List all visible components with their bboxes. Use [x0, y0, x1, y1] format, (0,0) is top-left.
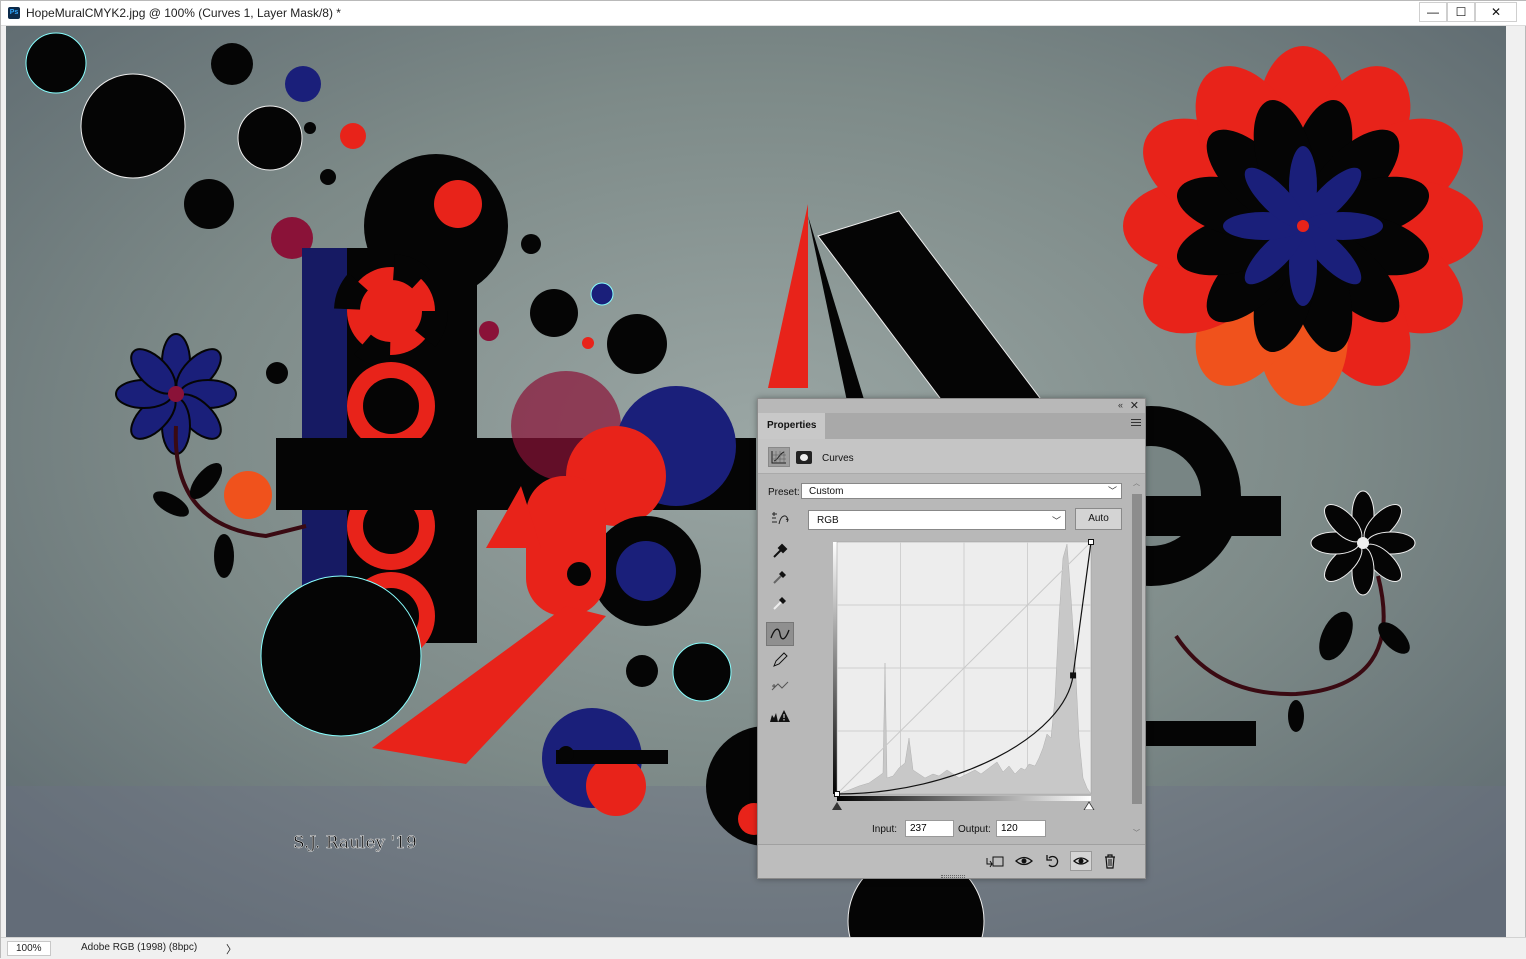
curve-point — [834, 791, 840, 797]
panel-tab-row: Properties — [758, 413, 1145, 439]
delete-icon[interactable] — [1099, 851, 1121, 871]
panel-footer — [758, 844, 1145, 878]
curves-adjustment-icon[interactable] — [768, 447, 790, 467]
artist-signature: S.J. Rauley '19 — [293, 833, 417, 853]
gray-point-eyedropper-icon[interactable] — [766, 565, 794, 589]
preset-value: Custom — [809, 486, 844, 497]
on-image-adjust-icon[interactable] — [770, 510, 790, 528]
document-title: HopeMuralCMYK2.jpg @ 100% (Curves 1, Lay… — [26, 6, 341, 20]
document-profile: Adobe RGB (1998) (8bpc) — [81, 942, 198, 953]
mural-artwork: S.J. Rauley '19 — [6, 26, 1506, 937]
bubble — [224, 471, 272, 519]
bubble — [582, 337, 594, 349]
panel-resize-grip[interactable] — [941, 875, 965, 878]
preset-dropdown[interactable]: Custom ﹀ — [801, 483, 1122, 499]
photoshop-window: Ps HopeMuralCMYK2.jpg @ 100% (Curves 1, … — [0, 0, 1526, 959]
collapse-panel-icon[interactable]: « — [1118, 400, 1123, 410]
clip-to-layer-icon[interactable] — [984, 851, 1006, 871]
input-gradient-bar — [837, 796, 1091, 801]
bubble — [304, 122, 316, 134]
bubble — [590, 282, 614, 306]
output-gradient-bar — [833, 542, 837, 794]
bubble — [320, 169, 336, 185]
black-point-eyedropper-icon[interactable] — [766, 539, 794, 563]
white-point-eyedropper-icon[interactable] — [766, 591, 794, 615]
bubble — [211, 43, 253, 85]
bubble — [521, 234, 541, 254]
pencil-draw-icon[interactable] — [766, 648, 794, 672]
view-previous-icon[interactable] — [1013, 851, 1035, 871]
close-button[interactable]: ✕ — [1475, 2, 1517, 22]
bubble — [25, 32, 87, 94]
output-label: Output: — [958, 824, 991, 835]
panel-scrollbar[interactable]: ︿ ﹀ — [1129, 474, 1145, 844]
panel-top-strip[interactable]: « ✕ — [758, 399, 1145, 413]
curve-points-icon[interactable] — [766, 622, 794, 646]
adjustment-name: Curves — [822, 453, 854, 464]
properties-panel[interactable]: « ✕ Properties Curves Preset: Custom ﹀ R… — [757, 398, 1146, 879]
document-canvas[interactable]: S.J. Rauley '19 — [6, 26, 1506, 937]
minimize-button[interactable]: — — [1419, 2, 1447, 22]
panel-scroll-thumb[interactable] — [1132, 494, 1142, 804]
preset-label: Preset: — [768, 487, 800, 498]
output-field[interactable]: 120 — [996, 820, 1046, 837]
title-bar: Ps HopeMuralCMYK2.jpg @ 100% (Curves 1, … — [1, 1, 1526, 26]
channel-value: RGB — [817, 515, 839, 526]
input-label: Input: — [872, 824, 898, 835]
curve-point — [1088, 539, 1094, 545]
status-bar: 100% Adobe RGB (1998) (8bpc) 〉 — [1, 937, 1526, 959]
bubble — [285, 66, 321, 102]
bubble — [479, 321, 499, 341]
bubble — [266, 362, 288, 384]
bubble — [530, 289, 578, 337]
bubble — [340, 123, 366, 149]
auto-button[interactable]: Auto — [1075, 508, 1122, 530]
bubble — [607, 314, 667, 374]
zoom-field[interactable]: 100% — [7, 941, 51, 956]
bubble — [184, 179, 234, 229]
status-menu-arrow-icon[interactable]: 〉 — [226, 941, 237, 957]
small-flower-right — [1310, 490, 1416, 596]
tab-properties[interactable]: Properties — [758, 413, 825, 439]
curve-point — [1070, 672, 1077, 679]
bubble — [237, 105, 303, 171]
vertical-scrollbar[interactable] — [1506, 26, 1525, 937]
smooth-icon[interactable] — [766, 674, 794, 698]
channel-dropdown[interactable]: RGB ﹀ — [808, 510, 1066, 530]
panel-menu-icon[interactable] — [1131, 419, 1141, 429]
bubble — [80, 73, 186, 179]
close-panel-icon[interactable]: ✕ — [1130, 399, 1139, 412]
photoshop-icon: Ps — [8, 7, 20, 19]
maximize-button[interactable]: ☐ — [1447, 2, 1475, 22]
chevron-down-icon: ﹀ — [1107, 486, 1117, 496]
input-field[interactable]: 237 — [905, 820, 954, 837]
clipping-warning-icon[interactable] — [766, 704, 794, 728]
layer-mask-icon[interactable] — [796, 451, 812, 464]
visibility-icon[interactable] — [1070, 851, 1092, 871]
chevron-down-icon: ﹀ — [1051, 516, 1061, 526]
reset-icon[interactable] — [1042, 851, 1064, 871]
adjustment-header: Curves — [758, 439, 1145, 474]
curves-graph[interactable] — [829, 538, 1095, 811]
